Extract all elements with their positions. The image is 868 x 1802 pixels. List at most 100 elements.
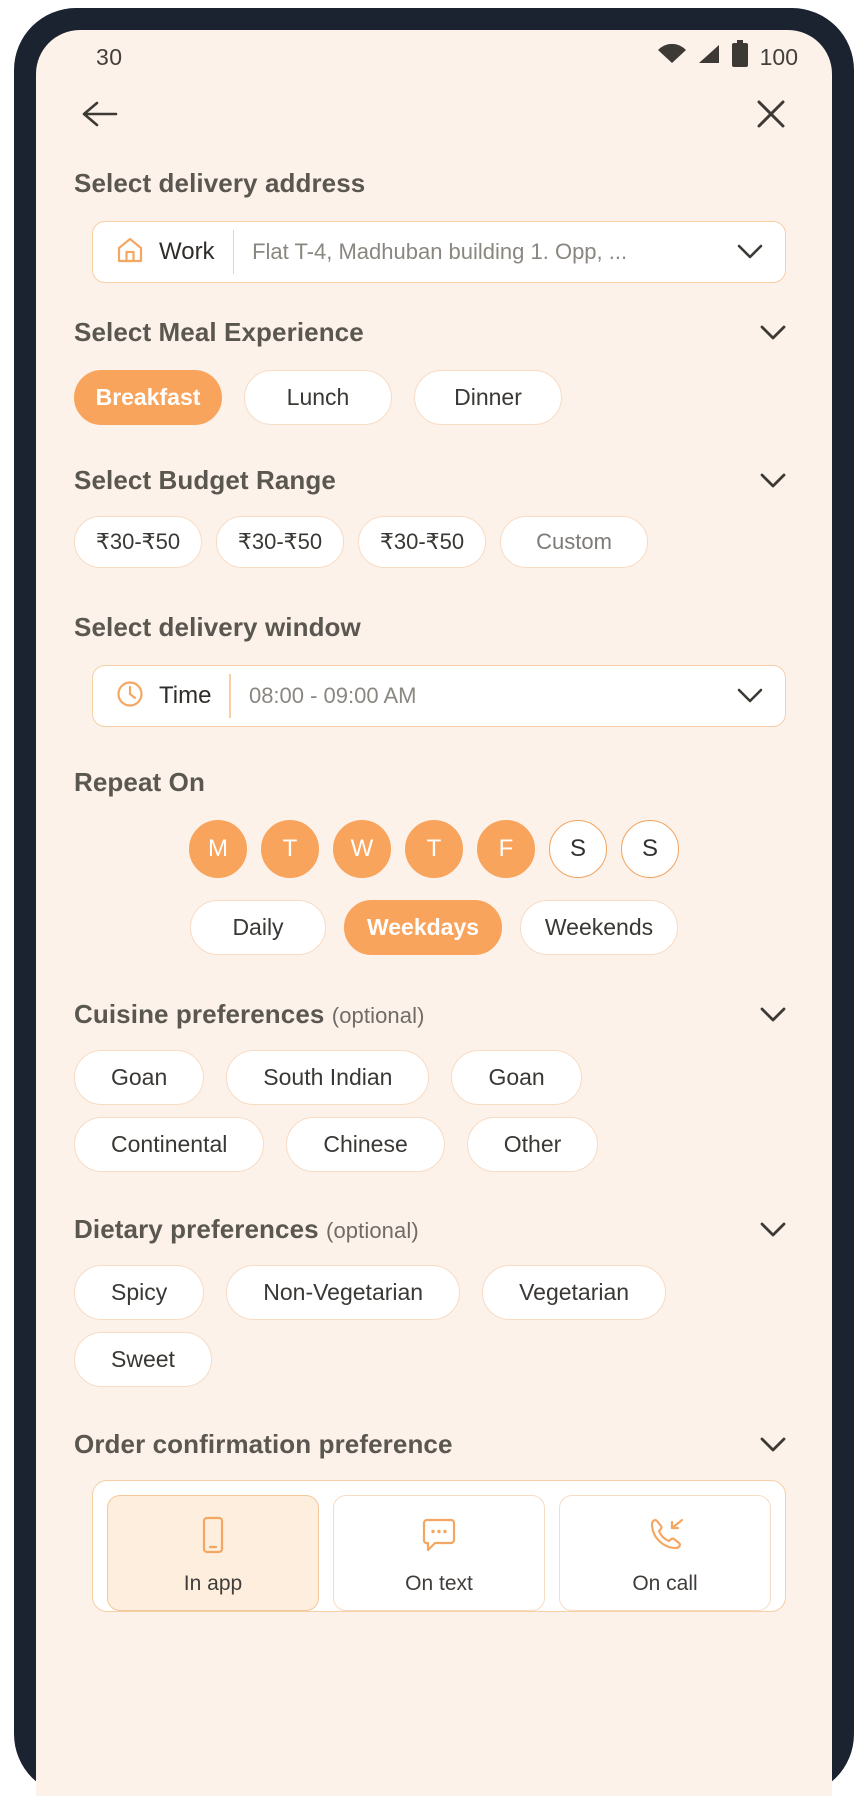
back-button[interactable]: [80, 99, 118, 129]
repeat-presets: Daily Weekdays Weekends: [74, 900, 794, 955]
dietary-option-spicy[interactable]: Spicy: [74, 1265, 205, 1320]
cuisine-title-text: Cuisine preferences: [74, 999, 325, 1029]
section-budget-range: Select Budget Range ₹30-₹50 ₹30-₹50 ₹30-…: [74, 465, 794, 568]
meal-option-breakfast[interactable]: Breakfast: [74, 370, 222, 425]
confirmation-option-in-app[interactable]: In app: [107, 1495, 319, 1611]
cuisine-option-goan-1[interactable]: Goan: [74, 1050, 205, 1105]
confirmation-options: In app On text On call: [92, 1480, 786, 1612]
budget-option-3[interactable]: ₹30-₹50: [358, 516, 486, 568]
section-repeat-on: Repeat On M T W T F S S Daily Weekdays W…: [74, 767, 794, 955]
repeat-day-sunday[interactable]: S: [621, 820, 679, 878]
time-value: 08:00 - 09:00 AM: [248, 683, 417, 708]
repeat-preset-daily[interactable]: Daily: [190, 900, 326, 955]
chevron-down-icon[interactable]: [760, 1222, 786, 1238]
cuisine-optional-label: (optional): [331, 1003, 425, 1028]
delivery-window-header: Select delivery window: [74, 612, 794, 643]
time-tag: Time: [93, 666, 229, 726]
dietary-section-header[interactable]: Dietary preferences (optional): [74, 1214, 794, 1245]
repeat-day-tuesday[interactable]: T: [261, 820, 319, 878]
cuisine-option-goan-2[interactable]: Goan: [451, 1050, 582, 1105]
home-icon: [115, 235, 145, 270]
meal-section-header[interactable]: Select Meal Experience: [74, 317, 794, 348]
phone-frame: 30 100 Select delivery address Work Flat…: [14, 8, 854, 1796]
chevron-down-icon[interactable]: [760, 473, 786, 489]
status-bar: 30 100: [36, 30, 832, 76]
budget-title: Select Budget Range: [74, 465, 336, 495]
wifi-icon: [657, 42, 687, 72]
top-nav-bar: [36, 76, 832, 152]
battery-icon: [731, 40, 749, 74]
budget-options: ₹30-₹50 ₹30-₹50 ₹30-₹50 Custom: [74, 516, 794, 568]
close-button[interactable]: [754, 97, 788, 131]
repeat-preset-weekdays[interactable]: Weekdays: [344, 900, 502, 955]
mobile-phone-icon: [108, 1514, 318, 1558]
confirmation-option-on-call[interactable]: On call: [559, 1495, 771, 1611]
budget-option-custom[interactable]: Custom: [500, 516, 648, 568]
address-title: Select delivery address: [74, 168, 366, 198]
meal-option-dinner[interactable]: Dinner: [414, 370, 562, 425]
phone-callback-icon: [560, 1514, 770, 1558]
time-tag-label: Time: [159, 682, 212, 709]
cuisine-option-other[interactable]: Other: [466, 1117, 599, 1172]
chat-bubble-icon: [334, 1514, 544, 1558]
budget-section-header[interactable]: Select Budget Range: [74, 465, 794, 496]
dietary-option-sweet[interactable]: Sweet: [74, 1332, 212, 1387]
repeat-day-thursday[interactable]: T: [405, 820, 463, 878]
section-delivery-window: Select delivery window Time 08:00 - 09:0…: [74, 612, 794, 727]
form-content: Select delivery address Work Flat T-4, M…: [36, 152, 832, 1612]
dietary-optional-label: (optional): [326, 1218, 419, 1243]
cellular-signal-icon: [696, 42, 722, 72]
cuisine-option-continental[interactable]: Continental: [74, 1117, 265, 1172]
address-value: Flat T-4, Madhuban building 1. Opp, ...: [252, 239, 628, 264]
dietary-title: Dietary preferences (optional): [74, 1214, 419, 1245]
repeat-day-wednesday[interactable]: W: [333, 820, 391, 878]
chevron-down-icon[interactable]: [737, 688, 785, 704]
clock-icon: [115, 679, 145, 714]
meal-title: Select Meal Experience: [74, 317, 364, 347]
budget-option-2[interactable]: ₹30-₹50: [216, 516, 344, 568]
cuisine-option-south-indian[interactable]: South Indian: [226, 1050, 430, 1105]
repeat-section-header: Repeat On: [74, 767, 794, 798]
delivery-window-title: Select delivery window: [74, 612, 361, 642]
repeat-day-saturday[interactable]: S: [549, 820, 607, 878]
section-dietary-preferences: Dietary preferences (optional) Spicy Non…: [74, 1214, 794, 1387]
confirmation-label-on-text: On text: [405, 1572, 473, 1595]
cuisine-title: Cuisine preferences (optional): [74, 999, 425, 1030]
chevron-down-icon[interactable]: [760, 1437, 786, 1453]
dietary-option-vegetarian[interactable]: Vegetarian: [482, 1265, 667, 1320]
chevron-down-icon[interactable]: [737, 244, 785, 260]
section-meal-experience: Select Meal Experience Breakfast Lunch D…: [74, 317, 794, 425]
dietary-options: Spicy Non-Vegetarian Vegetarian Sweet: [74, 1265, 794, 1387]
dietary-option-non-vegetarian[interactable]: Non-Vegetarian: [226, 1265, 461, 1320]
confirmation-title: Order confirmation preference: [74, 1429, 453, 1459]
time-selector[interactable]: Time 08:00 - 09:00 AM: [92, 665, 786, 727]
address-section-header: Select delivery address: [74, 168, 794, 199]
section-cuisine-preferences: Cuisine preferences (optional) Goan Sout…: [74, 999, 794, 1172]
cuisine-options: Goan South Indian Goan Continental Chine…: [74, 1050, 794, 1172]
status-indicators: 100: [657, 40, 798, 74]
meal-option-lunch[interactable]: Lunch: [244, 370, 392, 425]
status-time: 30: [96, 43, 123, 70]
repeat-day-monday[interactable]: M: [189, 820, 247, 878]
address-tag-label: Work: [159, 238, 215, 265]
confirmation-label-on-call: On call: [632, 1572, 698, 1595]
address-selector[interactable]: Work Flat T-4, Madhuban building 1. Opp,…: [92, 221, 786, 283]
cuisine-section-header[interactable]: Cuisine preferences (optional): [74, 999, 794, 1030]
dietary-title-text: Dietary preferences: [74, 1214, 319, 1244]
battery-percent: 100: [759, 43, 798, 70]
address-tag: Work: [93, 222, 233, 282]
cuisine-option-chinese[interactable]: Chinese: [286, 1117, 445, 1172]
budget-option-1[interactable]: ₹30-₹50: [74, 516, 202, 568]
section-delivery-address: Select delivery address Work Flat T-4, M…: [74, 168, 794, 283]
repeat-preset-weekends[interactable]: Weekends: [520, 900, 678, 955]
repeat-title: Repeat On: [74, 767, 205, 797]
confirmation-label-in-app: In app: [183, 1572, 243, 1595]
confirmation-section-header[interactable]: Order confirmation preference: [74, 1429, 794, 1460]
confirmation-option-on-text[interactable]: On text: [333, 1495, 545, 1611]
meal-options: Breakfast Lunch Dinner: [74, 370, 794, 425]
section-order-confirmation: Order confirmation preference In app On: [74, 1429, 794, 1612]
chevron-down-icon[interactable]: [760, 1007, 786, 1023]
chevron-down-icon[interactable]: [760, 325, 786, 341]
repeat-day-friday[interactable]: F: [477, 820, 535, 878]
repeat-day-selector: M T W T F S S: [74, 820, 794, 878]
